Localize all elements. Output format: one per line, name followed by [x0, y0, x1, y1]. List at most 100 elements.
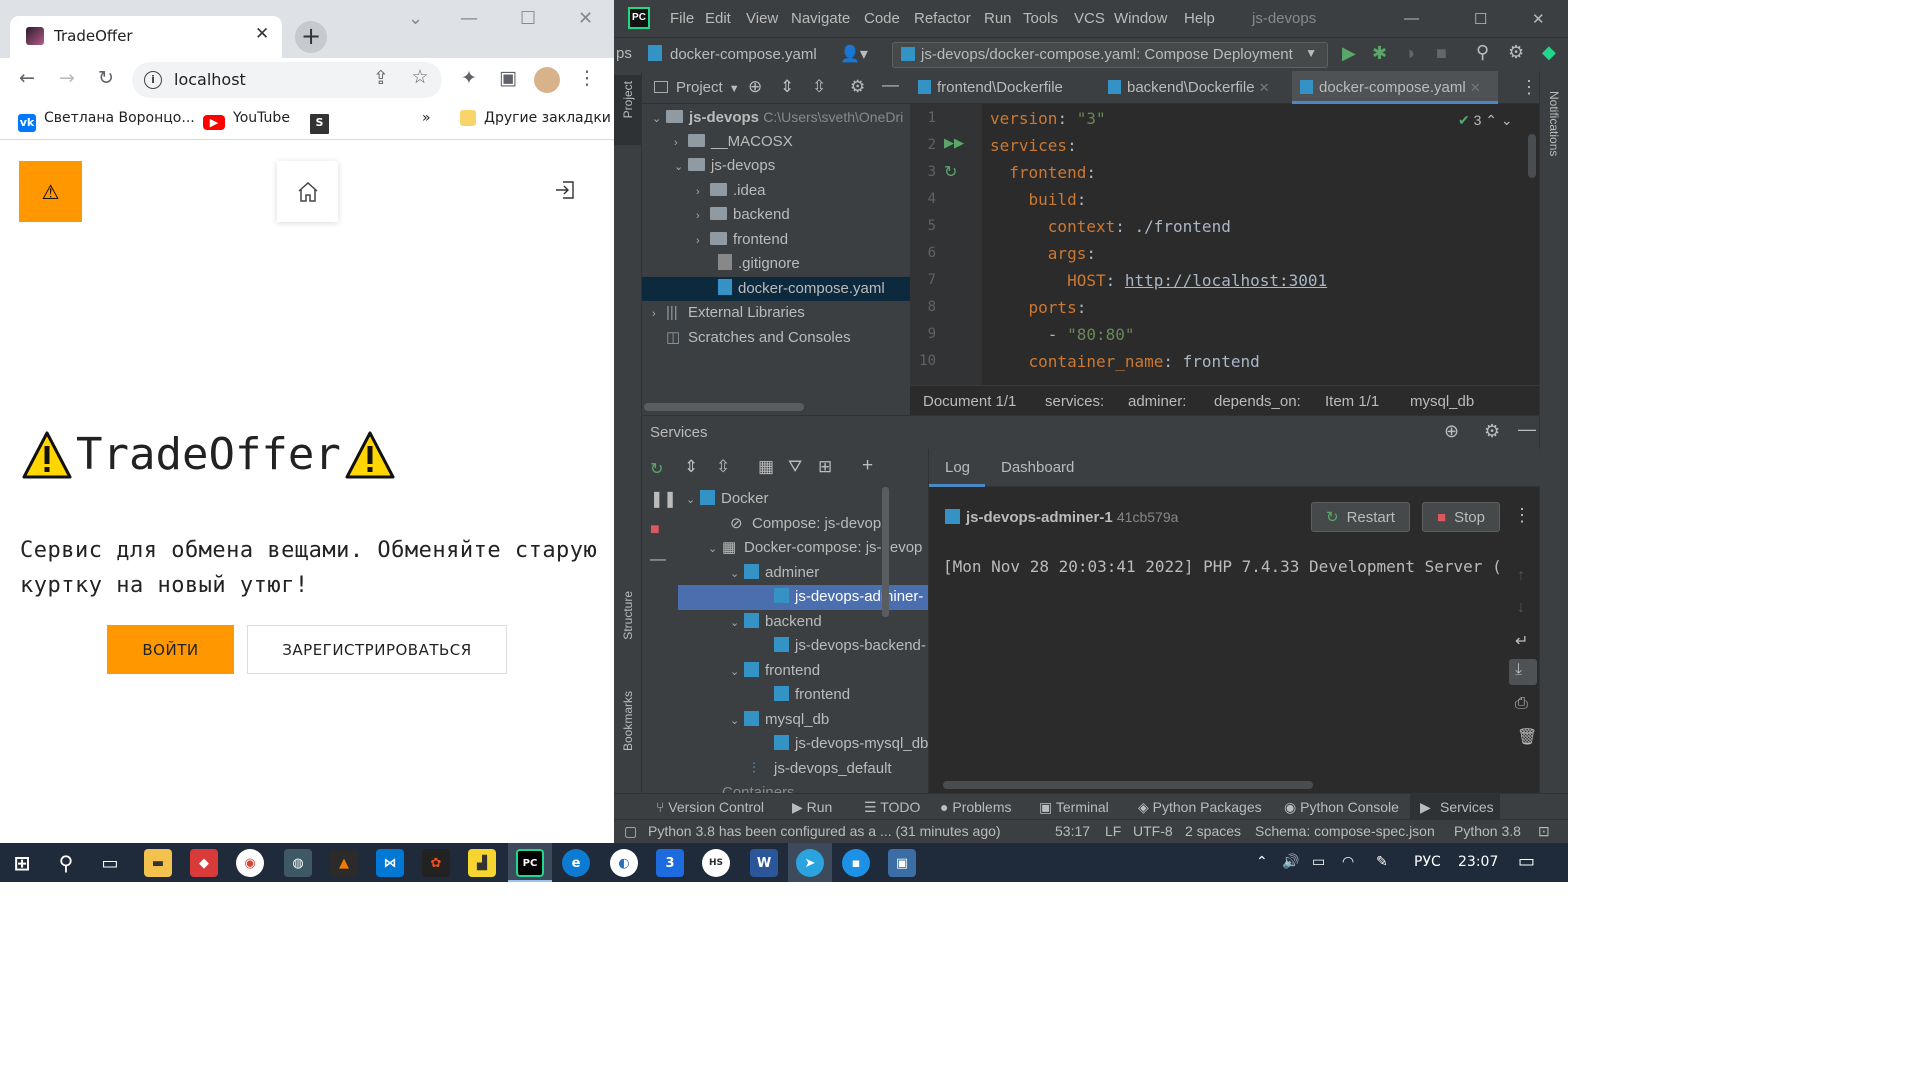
tree-item-frontend-container[interactable]: frontend [678, 683, 928, 708]
site-info-icon[interactable]: i [144, 71, 162, 89]
figma-icon[interactable]: ✿ [422, 849, 450, 877]
hide-icon[interactable]: — [882, 75, 899, 95]
menu-dots-icon[interactable]: ⋮ [1520, 77, 1538, 98]
code-editor[interactable]: 1 2 3 4 5 6 7 8 9 10 ▶▶ ↻ version: "3" s… [910, 104, 1568, 385]
tray-overflow-icon[interactable]: ⌃ [1256, 854, 1268, 870]
caret-position[interactable]: 53:17 [1055, 823, 1090, 839]
register-button[interactable]: ЗАРЕГИСТРИРОВАТЬСЯ [247, 625, 507, 674]
extensions-icon[interactable]: ✦ [456, 67, 482, 89]
close-icon[interactable]: ✕ [1259, 80, 1270, 95]
tool-services[interactable]: ▶ Services [1410, 794, 1500, 819]
hide-icon[interactable]: — [1518, 419, 1536, 440]
user-icon[interactable]: 👤▾ [840, 44, 868, 64]
vertical-scrollbar[interactable] [1528, 134, 1536, 178]
tree-item-docker[interactable]: ⌄ Docker [678, 487, 928, 512]
menu-dots-icon[interactable]: ⋮ [574, 67, 600, 89]
menu-run[interactable]: Run [984, 10, 1012, 27]
app-monitor-icon[interactable]: ▣ [888, 849, 916, 877]
volume-icon[interactable]: 🔊 [1282, 854, 1299, 870]
menu-code[interactable]: Code [864, 10, 900, 27]
status-message[interactable]: Python 3.8 has been configured as a ... … [648, 823, 1001, 839]
soft-wrap-icon[interactable]: ↵ [1515, 631, 1528, 651]
horizontal-scrollbar[interactable] [943, 781, 1313, 789]
search-icon[interactable]: ⚲ [52, 849, 80, 877]
app-red-icon[interactable]: ◆ [190, 849, 218, 877]
stop-button[interactable]: ■ Stop [1422, 502, 1500, 532]
close-window-icon[interactable]: ✕ [1532, 10, 1545, 28]
tree-item-frontend[interactable]: ⌄ frontend [678, 659, 928, 684]
bookmark-youtube[interactable]: ▶ YouTube [203, 110, 290, 130]
run-icon[interactable]: ▶ [1342, 43, 1356, 64]
pen-icon[interactable]: ✎ [1376, 854, 1388, 870]
tool-problems[interactable]: ● Problems [940, 799, 1012, 815]
menu-view[interactable]: View [746, 10, 778, 27]
sticky-notes-icon[interactable]: ▟ [468, 849, 496, 877]
tree-item-compose[interactable]: ⊘ Compose: js-devops [678, 512, 928, 537]
app-orange-icon[interactable]: ▲ [330, 849, 358, 877]
debug-icon[interactable]: ✱ [1372, 43, 1387, 64]
docker-icon[interactable]: ▪ [842, 849, 870, 877]
task-view-icon[interactable]: ▭ [96, 849, 124, 877]
tree-item-backend-container[interactable]: js-devops-backend- [678, 634, 928, 659]
breadcrumb-adminer[interactable]: adminer: [1128, 393, 1186, 410]
battery-icon[interactable]: ▭ [1312, 854, 1325, 870]
stop-icon[interactable]: ■ [1436, 43, 1447, 64]
tree-item-scratches[interactable]: ◫ Scratches and Consoles [642, 326, 910, 351]
tree-item-mysql-container[interactable]: js-devops-mysql_db [678, 732, 928, 757]
scroll-up-icon[interactable]: ↑ [1517, 567, 1525, 585]
tool-version-control[interactable]: ⑂ Version Control [656, 799, 764, 815]
new-tab-button[interactable]: + [295, 21, 327, 53]
notifications-tool-button[interactable]: Notifications [1547, 91, 1561, 156]
app-three-icon[interactable]: 3 [656, 849, 684, 877]
scroll-down-icon[interactable]: ↓ [1517, 599, 1525, 617]
run-gutter-icon[interactable]: ▶▶ [944, 135, 964, 151]
log-output[interactable]: [Mon Nov 28 20:03:41 2022] PHP 7.4.33 De… [929, 543, 1505, 794]
share-icon[interactable]: ⇪ [368, 67, 394, 89]
tree-item-macosx[interactable]: › __MACOSX [642, 130, 910, 155]
nav-file[interactable]: docker-compose.yaml [648, 45, 817, 63]
search-icon[interactable]: ⚲ [1476, 42, 1489, 63]
collapse-all-icon[interactable]: ⇳ [716, 457, 730, 477]
menu-refactor[interactable]: Refactor [914, 10, 971, 27]
tree-item-root[interactable]: ⌄ js-devops C:\Users\sveth\OneDri [642, 105, 910, 130]
maximize-icon[interactable]: ☐ [520, 8, 536, 29]
telegram-task[interactable]: ➤ [788, 843, 832, 882]
profile-avatar[interactable] [534, 67, 560, 93]
lock-icon[interactable]: ⊡ [1538, 823, 1550, 840]
breadcrumb-depends-on[interactable]: depends_on: [1214, 393, 1301, 410]
tab-search-icon[interactable]: ⌄ [408, 8, 423, 29]
indent-setting[interactable]: 2 spaces [1185, 823, 1241, 839]
word-icon[interactable]: W [750, 849, 778, 877]
pause-icon[interactable]: ❚❚ [650, 489, 677, 509]
tree-item-gitignore[interactable]: .gitignore [642, 252, 910, 277]
file-explorer-icon[interactable]: ▬ [144, 849, 172, 877]
tool-python-console[interactable]: ◉ Python Console [1284, 799, 1399, 816]
locate-icon[interactable]: ⊕ [1444, 421, 1459, 442]
inspection-widget[interactable]: ✔ 3 ⌃ ⌄ [1458, 112, 1513, 129]
url-text[interactable]: localhost [174, 70, 246, 89]
python-interpreter[interactable]: Python 3.8 [1454, 823, 1521, 839]
tab-backend-dockerfile[interactable]: backend\Dockerfile ✕ [1108, 71, 1286, 104]
status-toggle-icon[interactable]: ▢ [624, 823, 637, 840]
wifi-icon[interactable]: ◠ [1342, 854, 1354, 870]
json-schema[interactable]: Schema: compose-spec.json [1255, 823, 1435, 839]
tab-frontend-dockerfile[interactable]: frontend\Dockerfile [918, 71, 1098, 104]
print-icon[interactable]: ⎙ [1515, 695, 1528, 713]
logout-button[interactable] [554, 179, 576, 201]
locate-icon[interactable]: ⊕ [748, 77, 762, 97]
menu-vcs[interactable]: VCS [1074, 10, 1105, 27]
bookmark-s[interactable]: S [310, 110, 337, 134]
tab-dashboard[interactable]: Dashboard [1001, 459, 1074, 476]
restart-button[interactable]: ↻ Restart [1311, 502, 1410, 532]
tree-item-backend[interactable]: ⌄ backend [678, 610, 928, 635]
breadcrumb-services[interactable]: services: [1045, 393, 1104, 410]
line-separator[interactable]: LF [1105, 823, 1121, 839]
trash-icon[interactable]: 🗑 [1517, 727, 1537, 747]
bookmarks-tool-button[interactable]: Bookmarks [621, 691, 635, 751]
menu-edit[interactable]: Edit [705, 10, 731, 27]
stop-icon[interactable]: ■ [650, 521, 660, 539]
home-button[interactable] [277, 161, 338, 222]
tree-item-backend[interactable]: › backend [642, 203, 910, 228]
expand-all-icon[interactable]: ⇕ [684, 457, 698, 477]
tab-log[interactable]: Log [945, 459, 970, 476]
